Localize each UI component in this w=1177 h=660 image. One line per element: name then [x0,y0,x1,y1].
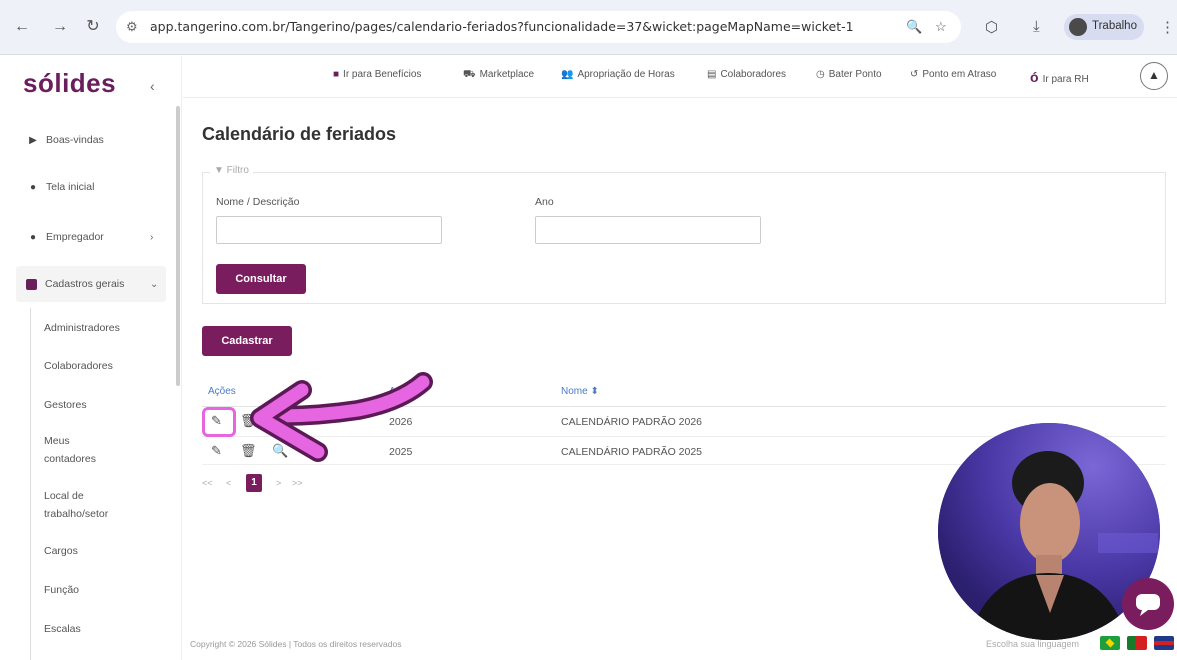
cart-icon: ⛟ [463,69,476,80]
cell-name: CALENDÁRIO PADRÃO 2026 [561,416,703,428]
flag-stripe [1154,641,1174,645]
page-title: Calendário de feriados [202,124,397,144]
collapse-sidebar-icon[interactable]: ‹ [150,78,155,94]
chevron-right-icon: › [150,231,154,243]
extensions-icon[interactable]: ⬡ [985,18,998,36]
cadastros-icon [26,278,37,290]
chevron-down-icon: ⌄ [150,278,159,290]
logo: sólides [23,68,117,98]
pager-next[interactable]: > [276,478,281,488]
sidebar-subitem-administradores[interactable]: Administradores [44,319,120,337]
back-icon[interactable]: ← [12,18,32,36]
reload-icon[interactable]: ↻ [83,18,103,36]
sidebar-scrollbar[interactable] [176,106,180,386]
topnav-label: Ir para RH [1042,74,1089,85]
header-name-label: Nome [561,386,588,397]
brazil-flag-icon[interactable] [1100,636,1120,650]
info-icon: ● [29,181,37,193]
sidebar-item-label: Boas-vindas [46,134,104,146]
pager-last[interactable]: >> [292,478,303,488]
sidebar-subitem-cargos[interactable]: Cargos [44,542,78,560]
topnav-label: Ponto em Atraso [922,69,997,80]
pager-first[interactable]: << [202,478,213,488]
header-actions: Ações [208,386,236,397]
highlight-box [202,407,236,437]
cadastrar-button[interactable]: Cadastrar [202,326,292,356]
topnav-ir-para-rh[interactable]: ó Ir para RH [1030,69,1089,85]
sidebar-item-boas-vindas[interactable]: ▶ Boas-vindas [26,134,104,146]
topnav-bater-ponto[interactable]: ◷ Bater Ponto [816,69,882,80]
play-icon: ▶ [29,134,37,146]
sidebar-item-label: Empregador [46,231,104,243]
name-input[interactable] [216,216,442,244]
sidebar-subitem-funcao[interactable]: Função [44,581,79,599]
profile-label: Trabalho [1092,20,1137,32]
sidebar-subitem-escalas[interactable]: Escalas [44,620,81,638]
site-settings-icon[interactable]: ⚙ [126,19,138,35]
topnav-label: Bater Ponto [828,69,882,80]
year-input[interactable] [535,216,761,244]
edit-icon[interactable]: ✎ [211,443,222,459]
sidebar-subitem-colaboradores[interactable]: Colaboradores [44,357,113,375]
sidebar-item-label: Tela inicial [46,181,95,193]
bookmark-star-icon[interactable]: ☆ [935,19,947,35]
portugal-flag-icon[interactable] [1127,636,1147,650]
submenu-line [30,308,31,660]
header-name[interactable]: Nome ⬍ [561,386,599,397]
menu-dots-icon[interactable]: ⋮ [1160,18,1175,36]
topnav-ponto-atraso[interactable]: ↺ Ponto em Atraso [910,69,996,80]
footer-copyright: Copyright © 2026 Sólides | Todos os dire… [190,639,402,649]
address-bar[interactable]: ⚙ app.tangerino.com.br/Tangerino/pages/c… [116,11,961,43]
sidebar-item-empregador[interactable]: ● Empregador › [26,231,153,243]
uk-flag-icon[interactable] [1154,636,1174,650]
topnav-label: Ir para Benefícios [343,69,422,80]
flag-diamond [1105,638,1115,648]
url-text: app.tangerino.com.br/Tangerino/pages/cal… [150,19,854,34]
people-icon: 👥 [561,69,574,80]
sidebar-item-label: Cadastros gerais [45,278,125,290]
topnav-apropriacao[interactable]: 👥 Apropriação de Horas [561,69,675,80]
clock-icon: ◷ [816,69,825,80]
chat-button[interactable] [1122,578,1174,630]
topnav-label: Marketplace [479,69,535,80]
name-label: Nome / Descrição [216,196,300,208]
sidebar-subitem-local-de-trabalho[interactable]: Local de trabalho/setor [44,487,134,523]
download-icon[interactable]: ⤓ [1033,18,1040,35]
topnav-label: Apropriação de Horas [577,69,675,80]
sort-icon: ⬍ [590,386,599,397]
avatar [1069,18,1087,36]
pointer-arrow-icon [250,372,433,462]
sidebar: sólides ‹ ▶ Boas-vindas ● Tela inicial ●… [0,56,182,660]
top-navigation: ■ Ir para Benefícios ⛟ Marketplace 👥 Apropr… [183,56,1177,98]
cell-name: CALENDÁRIO PADRÃO 2025 [561,446,703,458]
topnav-beneficios[interactable]: ■ Ir para Benefícios [333,69,421,80]
profile-button[interactable]: Trabalho [1064,14,1144,40]
user-menu-icon[interactable]: ▲ [1140,62,1168,90]
list-icon: ▤ [707,69,717,80]
consultar-button[interactable]: Consultar [216,264,306,294]
pager-current[interactable]: 1 [246,474,262,492]
sidebar-subitem-meus-contadores[interactable]: Meus contadores [44,432,114,468]
chat-icon [1136,594,1160,616]
wallet-icon: ■ [333,69,340,80]
sidebar-item-tela-inicial[interactable]: ● Tela inicial [26,181,94,193]
sidebar-subitem-gestores[interactable]: Gestores [44,396,87,414]
filter-legend[interactable]: ▼ Filtro [210,165,253,176]
solides-logo-icon: ó [1030,69,1039,85]
forward-icon[interactable]: → [50,18,70,36]
language-label: Escolha sua linguagem [986,639,1080,649]
user-circle-icon: ● [29,231,37,243]
sidebar-item-cadastros-gerais[interactable]: Cadastros gerais ⌄ [26,278,158,290]
topnav-colaboradores[interactable]: ▤ Colaboradores [707,69,786,80]
history-icon: ↺ [910,69,919,80]
pager-prev[interactable]: < [226,478,231,488]
topnav-marketplace[interactable]: ⛟ Marketplace [463,69,534,82]
topnav-label: Colaboradores [720,69,787,80]
browser-toolbar: ← → ↻ ⚙ app.tangerino.com.br/Tangerino/p… [0,0,1177,55]
year-label: Ano [535,196,554,208]
zoom-icon[interactable]: 🔍 [906,19,922,35]
